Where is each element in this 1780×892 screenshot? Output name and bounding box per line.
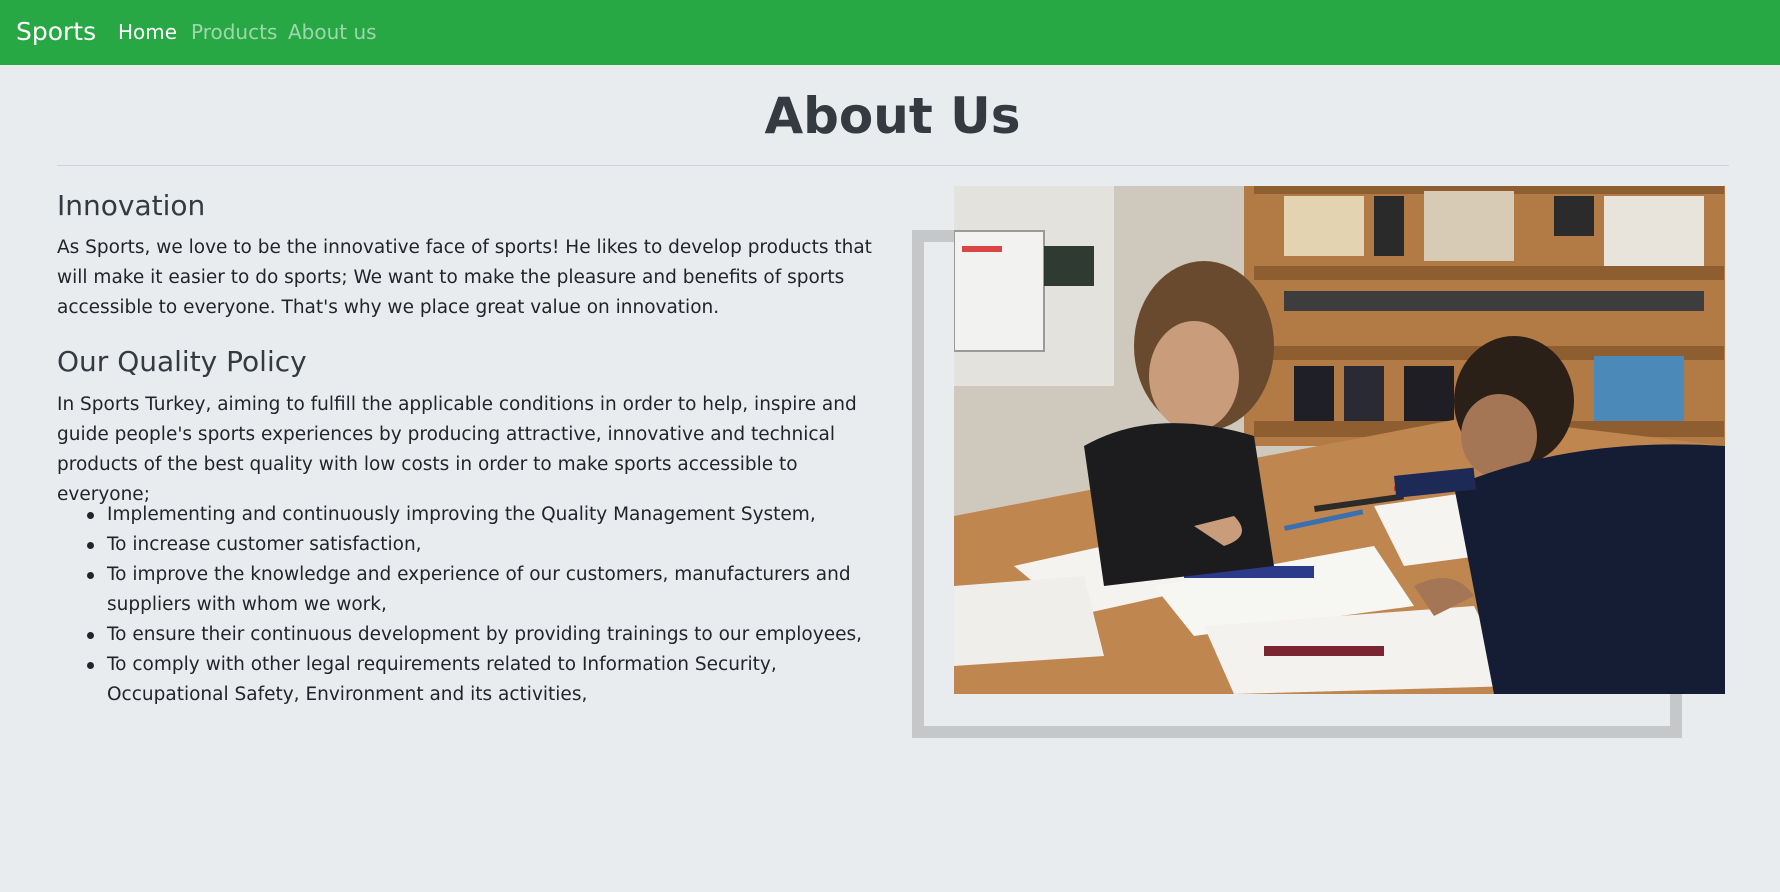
nav-home-link[interactable]: Home (118, 20, 177, 44)
title-divider (57, 165, 1729, 166)
quality-policy-paragraph: In Sports Turkey, aiming to fulfill the … (57, 394, 857, 505)
list-item: To increase customer satisfaction, (57, 530, 887, 560)
quality-policy-list: Implementing and continuously improving … (57, 500, 887, 710)
list-item: Implementing and continuously improving … (57, 500, 887, 530)
page-title: About Us (764, 87, 1021, 145)
brand-logo-link[interactable]: Sports (16, 16, 96, 48)
list-item: To improve the knowledge and experience … (57, 560, 887, 620)
team-designing-photo (954, 186, 1725, 694)
nav-about-link[interactable]: About us (288, 20, 377, 44)
quality-policy-heading: Our Quality Policy (57, 345, 307, 378)
top-navbar: Sports Home Products About us (0, 0, 1780, 65)
innovation-paragraph: As Sports, we love to be the innovative … (57, 237, 872, 318)
innovation-heading: Innovation (57, 189, 206, 222)
nav-products-link[interactable]: Products (191, 20, 277, 44)
list-item: To ensure their continuous development b… (57, 620, 887, 650)
list-item: To comply with other legal requirements … (57, 650, 887, 710)
